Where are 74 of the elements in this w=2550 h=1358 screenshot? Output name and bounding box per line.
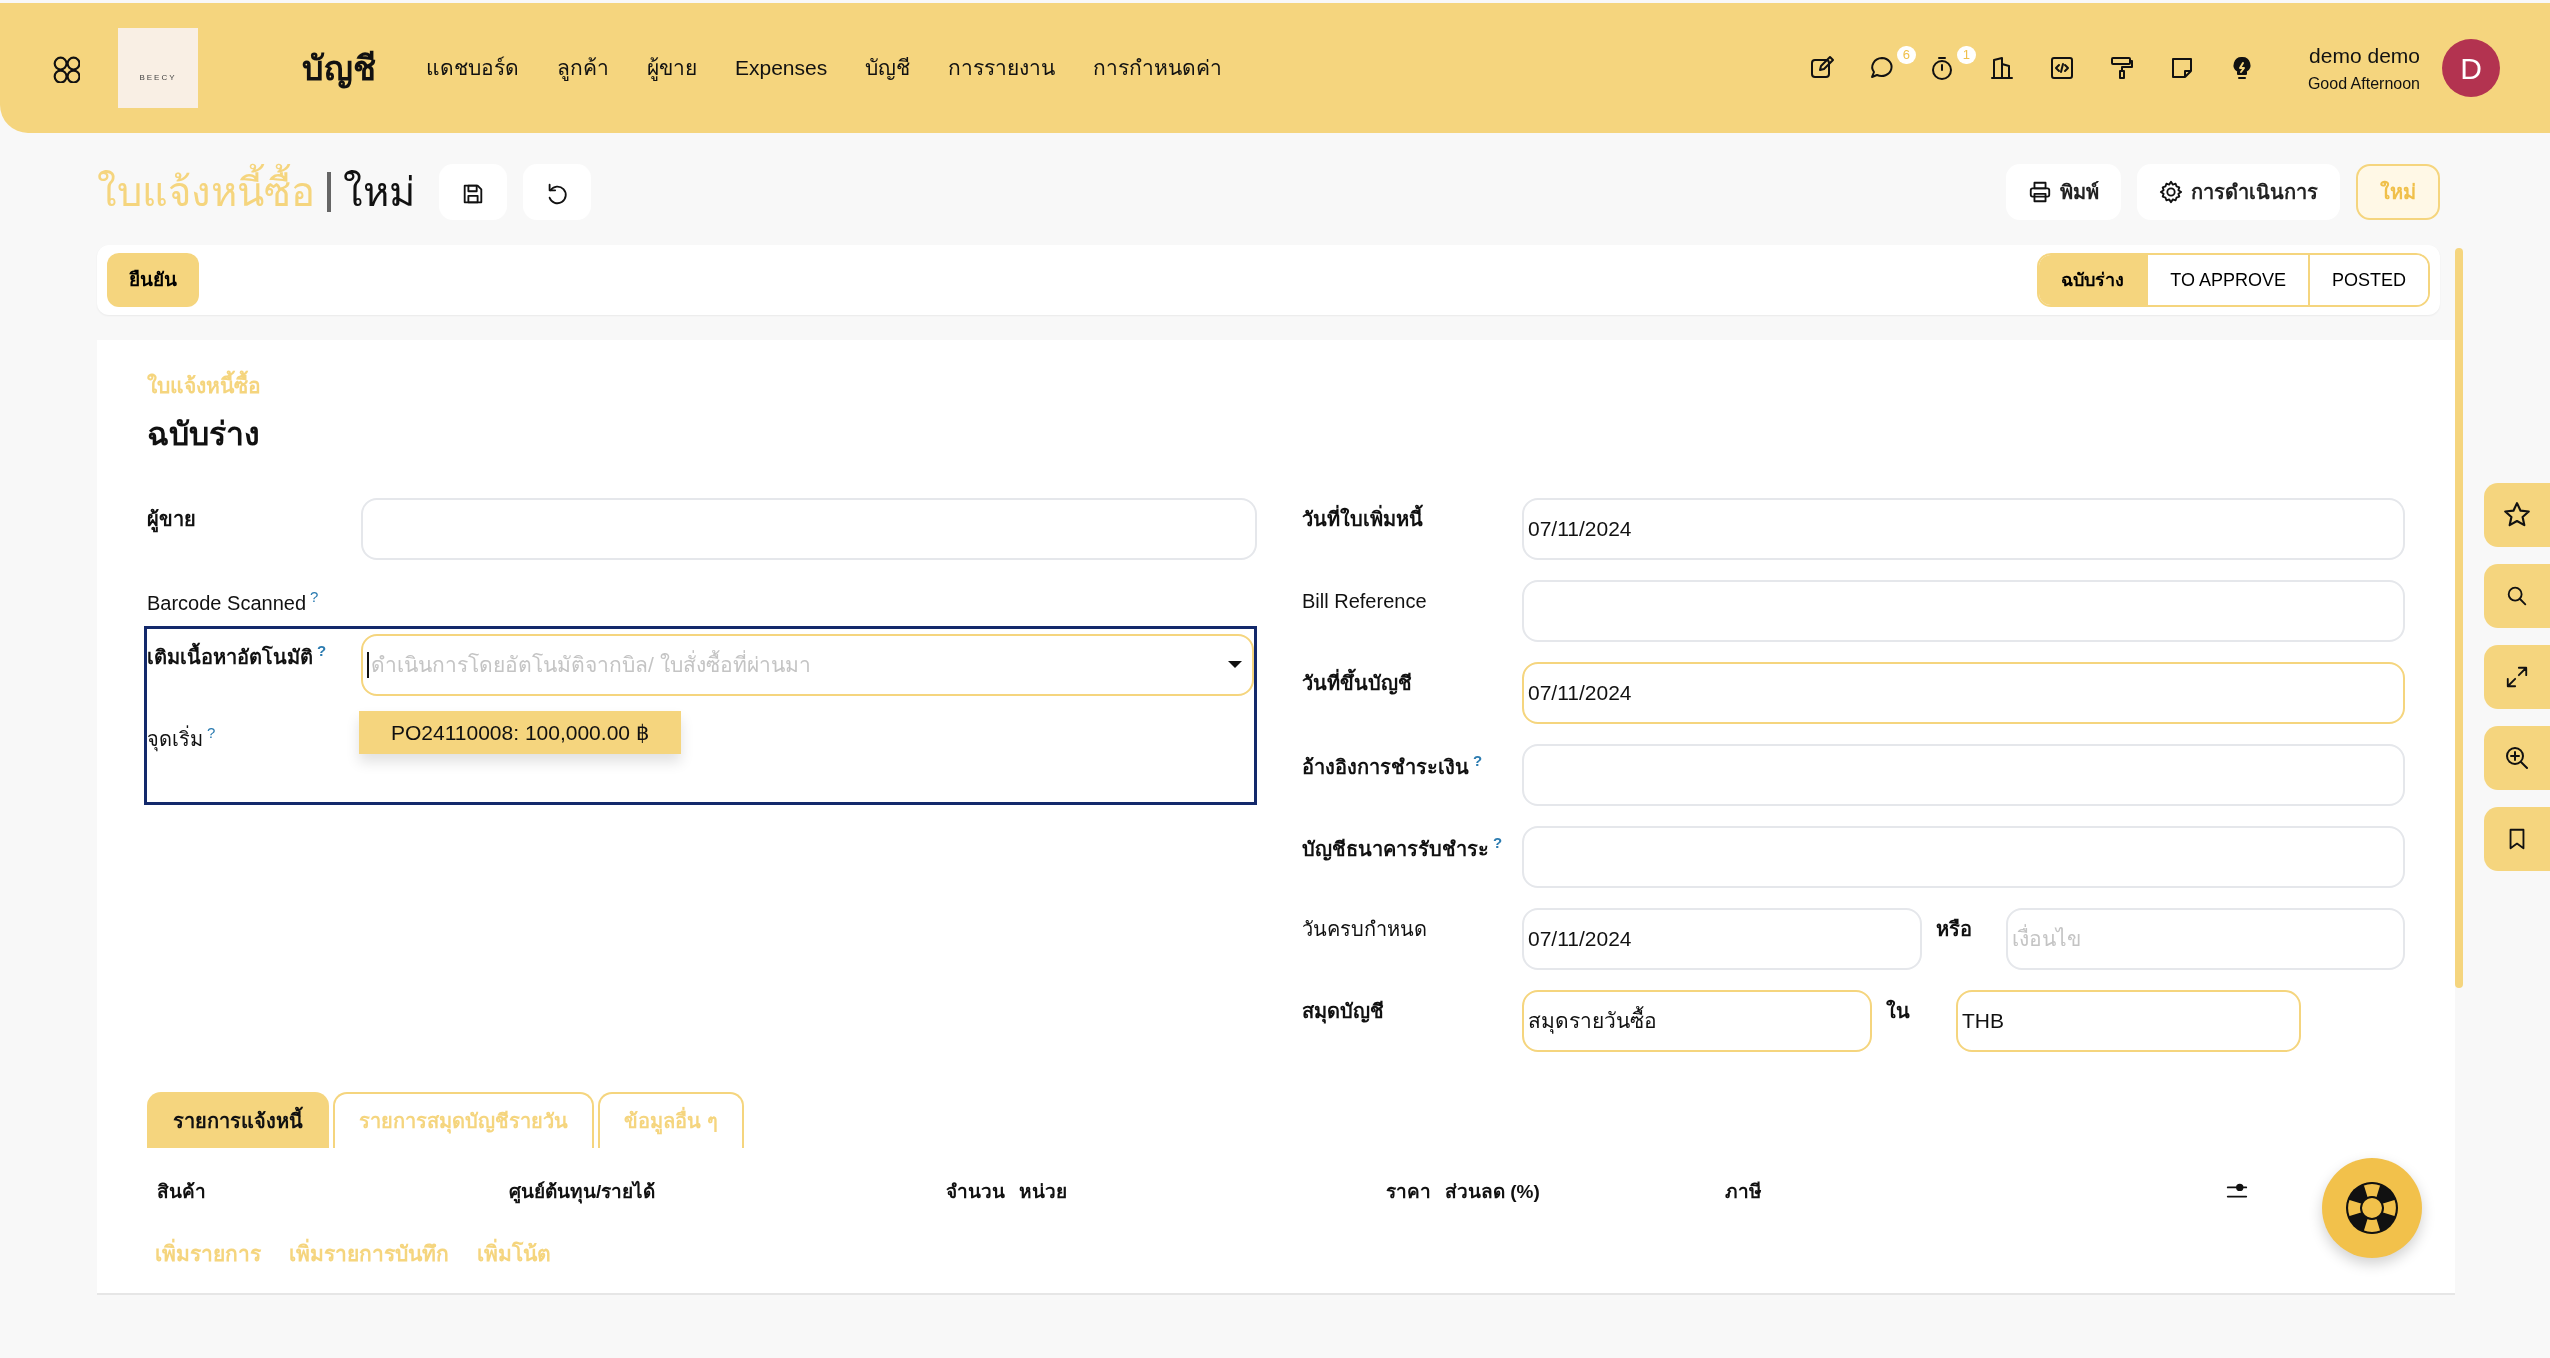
chat-icon	[1868, 55, 1895, 81]
nav-link[interactable]: Expenses	[735, 52, 828, 84]
logo: BEECY	[118, 28, 198, 108]
code-icon	[2048, 55, 2075, 81]
field-label: จุดเริ่ม	[147, 727, 203, 750]
field-label: สมุดบัญชี	[1302, 999, 1384, 1022]
nav-link[interactable]: การกำหนดค่า	[1093, 52, 1223, 84]
help-mark[interactable]: ?	[310, 587, 319, 605]
input-field[interactable]	[1522, 743, 2405, 806]
star-icon	[2503, 501, 2531, 529]
side-tool-button[interactable]	[2484, 483, 2550, 547]
field-label: บัญชีธนาคารรับชำระ	[1302, 837, 1489, 860]
input-field[interactable]: 07/11/2024	[1522, 907, 1922, 970]
app-title: บัญชี	[302, 47, 376, 91]
save-button[interactable]	[439, 164, 507, 220]
side-tool-button[interactable]	[2484, 807, 2550, 871]
input-field[interactable]	[361, 497, 1257, 560]
help-mark[interactable]: ?	[1473, 751, 1483, 769]
help-mark[interactable]: ?	[207, 723, 216, 741]
side-tool-button[interactable]	[2484, 645, 2550, 709]
printer-icon	[2028, 180, 2052, 204]
input-field[interactable]: 07/11/2024	[1522, 661, 2405, 724]
caret-icon	[1228, 661, 1242, 668]
field-label: หรือ	[1935, 916, 1973, 942]
field-label: Barcode Scanned	[147, 591, 306, 614]
scrollbar-thumb[interactable]	[2455, 248, 2463, 988]
input-field[interactable]: สมุดรายวันซื้อ	[1522, 989, 1872, 1052]
input-field[interactable]	[1522, 825, 2405, 888]
tab[interactable]: รายการแจ้งหนี้	[147, 1091, 329, 1148]
column-header[interactable]: สินค้า	[157, 1180, 206, 1202]
field-label: Bill Reference	[1302, 589, 1427, 612]
user-name: demo demo	[2308, 43, 2420, 70]
document-type: ใบแจ้งหนี้ซื้อ	[147, 370, 2405, 402]
input-field[interactable]: 07/11/2024	[1522, 497, 2405, 560]
input-field[interactable]	[1522, 579, 2405, 642]
discard-button[interactable]	[523, 164, 591, 220]
expand-icon	[2505, 665, 2529, 689]
column-header[interactable]: ภาษี	[1725, 1180, 1762, 1202]
help-mark[interactable]: ?	[317, 641, 327, 659]
edit-icon	[1808, 55, 1835, 81]
settings-icon	[2159, 180, 2183, 204]
document-title: ฉบับร่าง	[147, 414, 261, 454]
record-title: ใหม่	[343, 169, 415, 216]
column-header[interactable]: หน่วย	[1019, 1180, 1067, 1202]
building-icon	[1988, 55, 2015, 81]
column-header[interactable]: ราคา	[1386, 1180, 1431, 1202]
status-step[interactable]: ฉบับร่าง	[2039, 255, 2147, 305]
count-badge: 1	[1956, 46, 1976, 64]
column-header[interactable]: จำนวน	[946, 1180, 1005, 1202]
zoom-in-icon	[2504, 745, 2530, 771]
nav-link[interactable]: ลูกค้า	[557, 52, 609, 84]
search-icon	[2505, 584, 2529, 608]
nav-link[interactable]: แดชบอร์ด	[426, 52, 519, 84]
greeting-text: Good Afternoon	[2307, 73, 2420, 94]
count-badge: 6	[1896, 46, 1916, 64]
help-mark[interactable]: ?	[1493, 833, 1503, 851]
column-header[interactable]: ศูนย์ต้นทุน/รายได้	[509, 1180, 656, 1202]
confirm-button[interactable]: ยืนยัน	[107, 253, 199, 307]
input-field[interactable]: THB	[1956, 989, 2301, 1052]
nav-link[interactable]: ผู้ขาย	[647, 52, 697, 84]
field-label: วันครบกำหนด	[1302, 917, 1427, 940]
avatar[interactable]: D	[2442, 39, 2500, 97]
suggestion-item[interactable]: PO24110008: 100,000.00 ฿	[359, 710, 681, 754]
print-button[interactable]: พิมพ์	[2006, 164, 2121, 220]
field-label: อ้างอิงการชำระเงิน	[1302, 755, 1469, 778]
nav-link[interactable]: การรายงาน	[948, 52, 1056, 84]
column-header[interactable]: ส่วนลด (%)	[1445, 1180, 1540, 1202]
apps-icon	[52, 55, 80, 84]
actions-button[interactable]: การดำเนินการ	[2137, 164, 2340, 220]
nav-link[interactable]: บัญชี	[865, 52, 911, 84]
field-label: ใน	[1885, 998, 1911, 1024]
side-tool-button[interactable]	[2484, 726, 2550, 790]
status-step[interactable]: POSTED	[2308, 255, 2428, 305]
paint-roller-icon	[2108, 55, 2135, 81]
